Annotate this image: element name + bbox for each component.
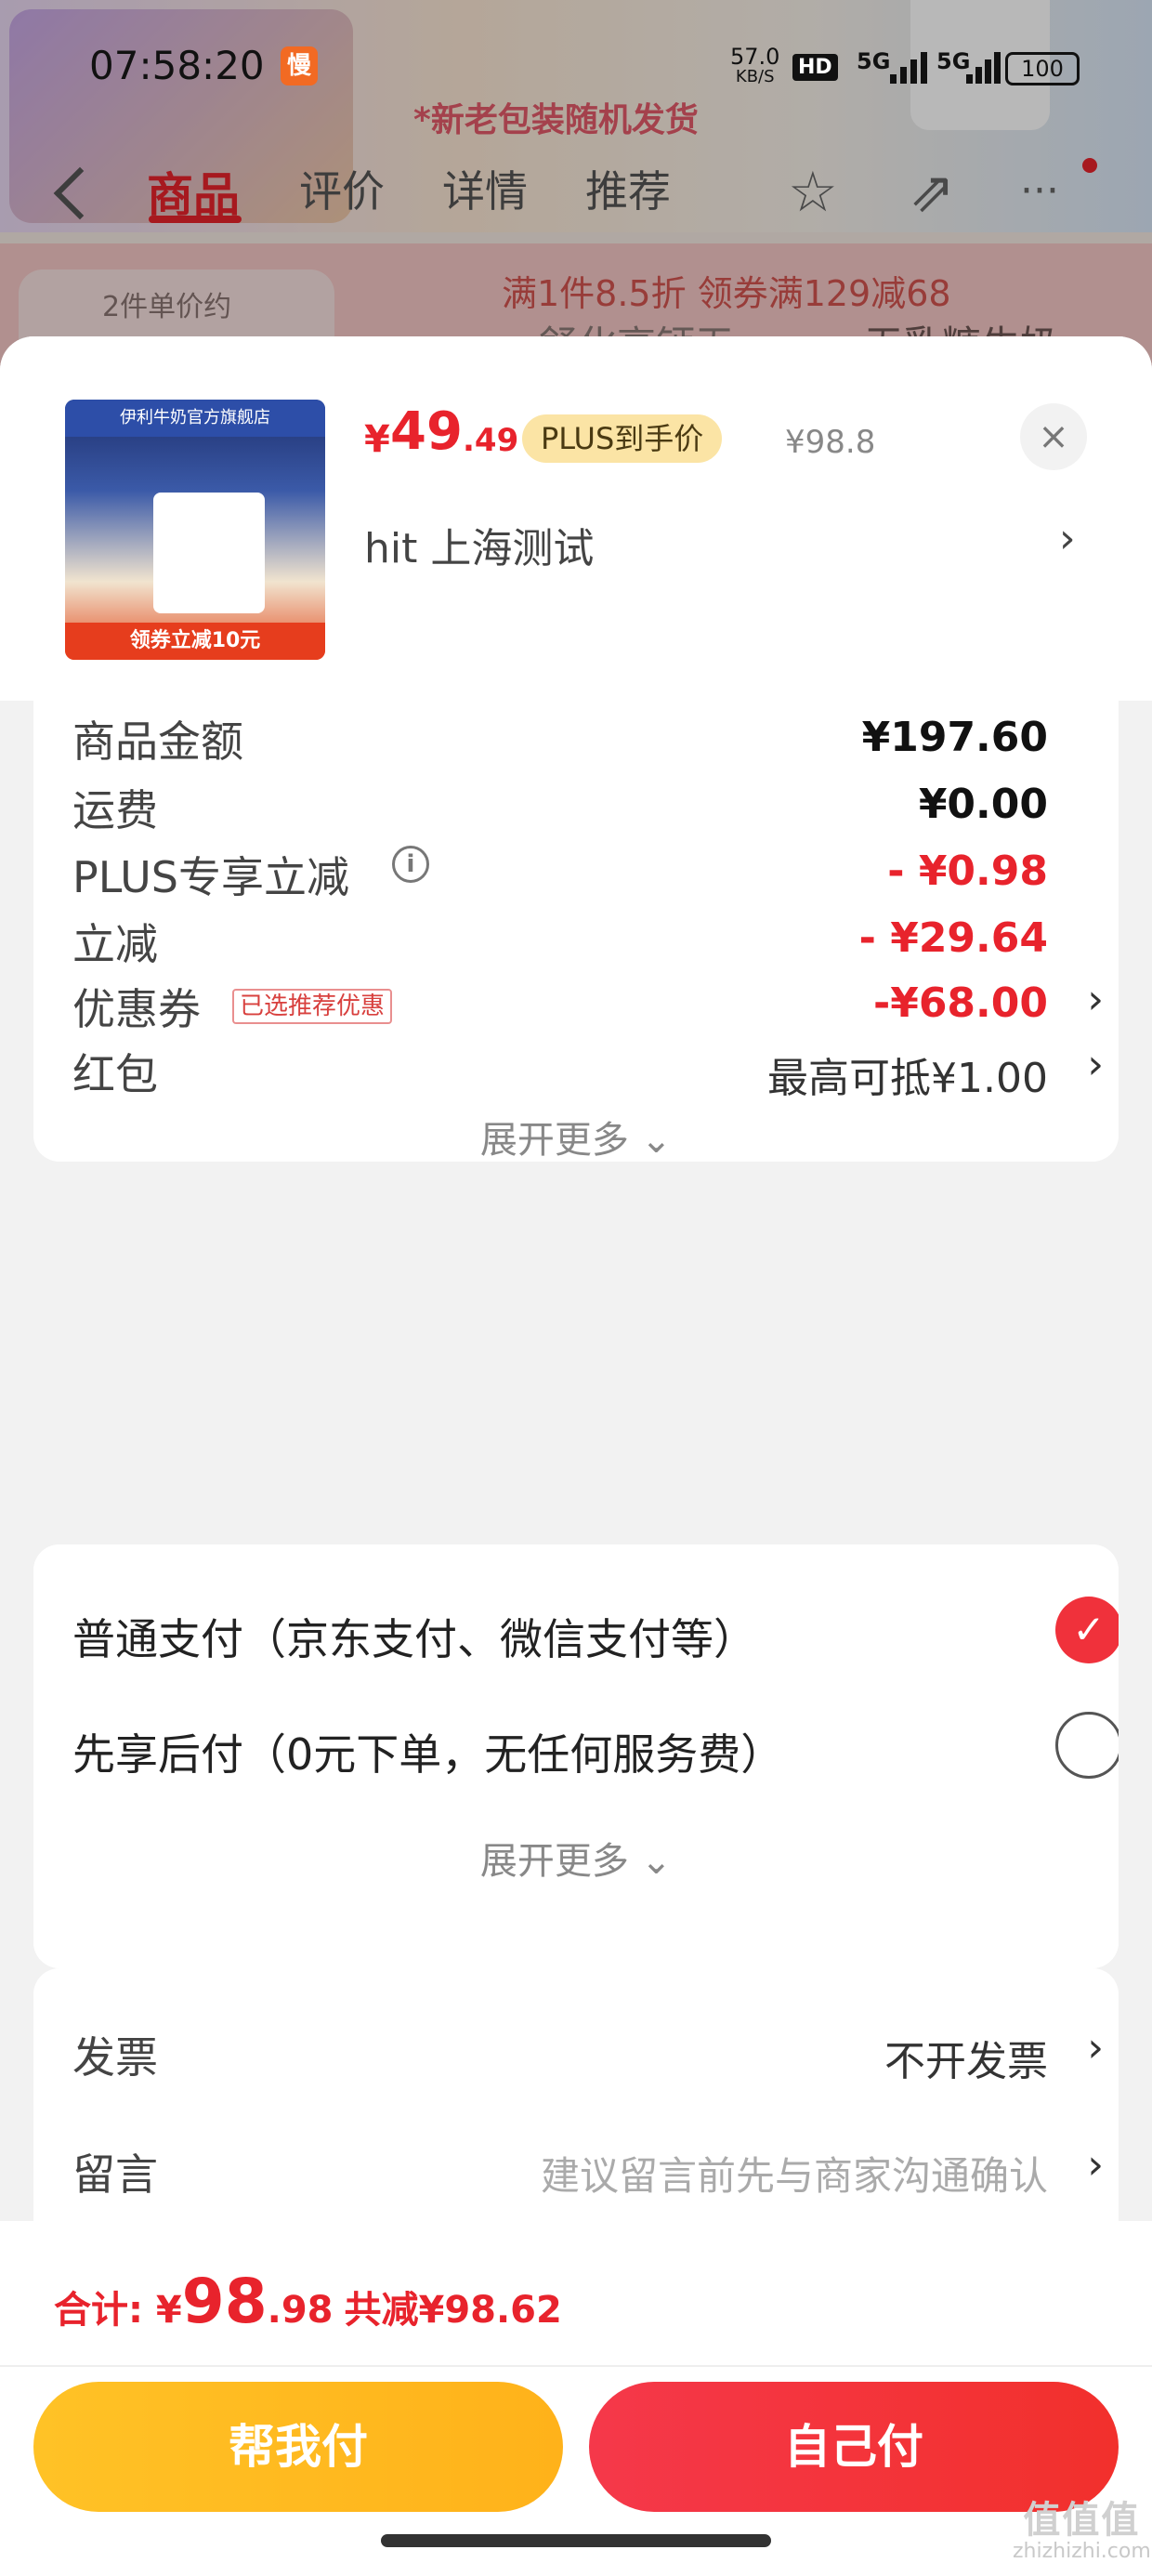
message-row[interactable]: 留言 建议留言前先与商家沟通确认 ›	[72, 2132, 1104, 2206]
fee-label: 运费	[72, 785, 158, 835]
payment-option-normal[interactable]: 普通支付（京东支付、微信支付等） ✓	[72, 1591, 1119, 1675]
thumb-store-name: 伊利牛奶官方旗舰店	[65, 400, 325, 437]
invoice-label: 发票	[72, 2032, 158, 2083]
network-speed: 57.0 KB/S	[730, 46, 779, 87]
fee-label: 商品金额	[72, 716, 243, 767]
battery-icon: 100	[1005, 52, 1080, 85]
signal-icon-2	[966, 52, 1001, 84]
total-label: 合计:	[54, 2289, 156, 2332]
invoice-value: 不开发票	[884, 2038, 1048, 2085]
chevron-right-icon[interactable]: ›	[1087, 2141, 1104, 2188]
fee-row-red-packet[interactable]: 红包 最高可抵¥1.00 ›	[72, 1032, 1104, 1106]
expand-more-button[interactable]: 展开更多 ⌄	[33, 1110, 1119, 1162]
fee-row-subtotal: 商品金额 ¥197.60	[72, 701, 1104, 775]
fee-value: - ¥0.98	[887, 848, 1048, 895]
chevron-right-icon[interactable]: ›	[1059, 515, 1076, 562]
fee-label: PLUS专享立减	[72, 852, 349, 902]
price-currency: ¥	[364, 418, 390, 461]
watermark-url: zhizhizhi.com	[1013, 2540, 1151, 2563]
fee-row-coupon[interactable]: 优惠券 已选推荐优惠 -¥68.00 ›	[72, 966, 1104, 1041]
fee-value: ¥0.00	[918, 781, 1048, 828]
fee-row-plus-discount: PLUS专享立减 i - ¥0.98	[72, 835, 1104, 909]
info-icon[interactable]: i	[392, 846, 429, 883]
shipping-address[interactable]: hit 上海测试	[364, 515, 594, 574]
product-thumbnail[interactable]: 伊利牛奶官方旗舰店 领券立减10元	[65, 400, 325, 660]
message-label: 留言	[72, 2149, 158, 2200]
payment-option-label: 普通支付（京东支付、微信支付等）	[72, 1614, 756, 1664]
chevron-right-icon[interactable]: ›	[1087, 2024, 1104, 2071]
fee-row-shipping: 运费 ¥0.00	[72, 768, 1104, 842]
message-input[interactable]: 建议留言前先与商家沟通确认	[541, 2145, 1048, 2201]
network-speed-unit: KB/S	[735, 67, 775, 86]
site-watermark: 值值值 zhizhizhi.com	[1013, 2500, 1151, 2563]
signal-5g-label: 5G	[857, 48, 891, 74]
checkout-footer: 合计: ¥98.98 共减¥98.62 帮我付 自己付	[0, 2221, 1152, 2576]
total-currency: ¥	[155, 2289, 182, 2332]
plus-price-badge: PLUS到手价	[522, 414, 723, 463]
thumb-coupon-banner: 领券立减10元	[65, 623, 325, 660]
price-decimal: .49	[463, 422, 519, 459]
fee-card: 商品金额 ¥197.60 运费 ¥0.00 PLUS专享立减 i - ¥0.98…	[33, 701, 1119, 1162]
payment-option-pay-later[interactable]: 先享后付（0元下单，无任何服务费）	[72, 1706, 1119, 1790]
close-button[interactable]: ×	[1020, 403, 1087, 470]
payment-methods-card: 普通支付（京东支付、微信支付等） ✓ 先享后付（0元下单，无任何服务费） 展开更…	[33, 1544, 1119, 1935]
fee-value: ¥197.60	[861, 714, 1048, 761]
signal-5g-label-2: 5G	[936, 48, 971, 74]
signal-icon	[890, 52, 929, 84]
total-saved: 共减¥98.62	[344, 2289, 562, 2332]
status-bar: 07:58:20 慢 57.0 KB/S HD 5G 5G 100	[0, 0, 1152, 130]
total-decimal: .98	[267, 2289, 334, 2332]
price-integer: 49	[390, 401, 463, 462]
home-indicator[interactable]	[381, 2534, 771, 2547]
watermark-logo: 值值值	[1023, 2499, 1141, 2542]
total-integer: 98	[181, 2266, 268, 2337]
checkmark-icon[interactable]: ✓	[1055, 1597, 1119, 1663]
thumb-milk-box	[153, 493, 265, 613]
pay-myself-button[interactable]: 自己付	[589, 2382, 1119, 2512]
fee-value: -¥68.00	[872, 979, 1048, 1027]
footer-divider	[0, 2365, 1152, 2367]
fee-label: 红包	[72, 1049, 158, 1099]
recommended-tag: 已选推荐优惠	[232, 989, 393, 1024]
fee-value: - ¥29.64	[858, 914, 1048, 962]
chevron-right-icon[interactable]: ›	[1087, 1041, 1104, 1088]
help-me-pay-button[interactable]: 帮我付	[33, 2382, 563, 2512]
invoice-row[interactable]: 发票 不开发票 ›	[72, 2015, 1104, 2089]
hd-icon: HD	[792, 54, 838, 81]
expand-more-button[interactable]: 展开更多 ⌄	[33, 1831, 1119, 1885]
fee-row-instant-discount: 立减 - ¥29.64	[72, 901, 1104, 976]
fee-label: 优惠券	[72, 984, 201, 1034]
order-total: 合计: ¥98.98 共减¥98.62	[54, 2266, 562, 2337]
network-speed-value: 57.0	[730, 44, 780, 70]
fee-value: 最高可抵¥1.00	[767, 1055, 1048, 1102]
status-time: 07:58:20	[89, 43, 265, 88]
product-summary: 伊利牛奶官方旗舰店 领券立减10元 ¥ 49 .49 PLUS到手价 ¥98.8…	[0, 336, 1152, 701]
chevron-right-icon[interactable]: ›	[1087, 976, 1104, 1023]
radio-circle-icon[interactable]	[1055, 1712, 1119, 1779]
fee-label: 立减	[72, 919, 158, 969]
payment-option-label: 先享后付（0元下单，无任何服务费）	[72, 1729, 784, 1780]
original-price: ¥98.8	[785, 424, 876, 461]
slow-badge: 慢	[281, 46, 318, 85]
